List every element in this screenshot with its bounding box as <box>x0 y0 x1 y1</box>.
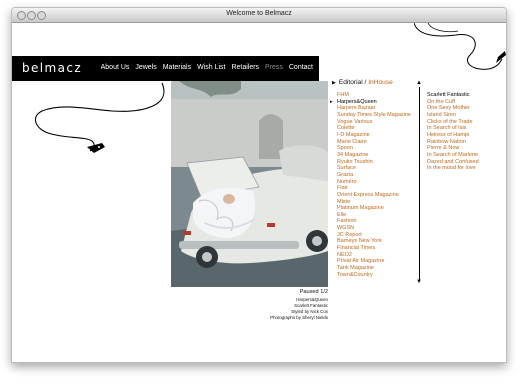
article-list-heading[interactable]: Scarlett Fantastic <box>427 92 479 99</box>
publication-item[interactable]: Vogue Various <box>337 119 411 126</box>
publication-item[interactable]: Orient Express Magazine <box>337 192 411 199</box>
article-item[interactable]: Pierre & Now <box>427 145 479 152</box>
browser-window: Welcome to Belmacz belmacz About Us Jewe… <box>11 7 507 363</box>
publication-item[interactable]: WGSN <box>337 225 411 232</box>
publication-item[interactable]: Financial Times <box>337 245 411 252</box>
publication-list: FHM Harpers&Queen Harpers Bazaar Sunday … <box>330 92 411 279</box>
article-item[interactable]: In the mood for love <box>427 165 479 172</box>
nav-about-us[interactable]: About Us <box>101 64 130 71</box>
publication-item[interactable]: NEO2 <box>337 252 411 259</box>
nav-contact[interactable]: Contact <box>289 64 313 71</box>
publication-item[interactable]: I-D Magazine <box>337 132 411 139</box>
publication-item[interactable]: Fashion <box>337 218 411 225</box>
article-item[interactable]: In Search of Marlene <box>427 152 479 159</box>
snake-decoration-left <box>34 82 165 153</box>
publication-item[interactable]: Spoon <box>337 145 411 152</box>
publication-item[interactable]: Privat Air Magazine <box>337 258 411 265</box>
scroll-down-arrow-icon[interactable]: ▼ <box>416 279 422 285</box>
publication-item-selected[interactable]: Harpers&Queen <box>330 99 411 106</box>
scroll-up-arrow-icon[interactable]: ▲ <box>416 80 422 86</box>
publication-item[interactable]: Elle <box>337 212 411 219</box>
publication-item[interactable]: Surface <box>337 165 411 172</box>
breadcrumb-inhouse[interactable]: InHouse <box>368 79 393 86</box>
snake-decoration-right <box>414 23 506 70</box>
nav-press[interactable]: Press <box>265 64 283 71</box>
main-menu: About Us Jewels Materials Wish List Reta… <box>97 64 313 71</box>
article-item[interactable]: Clicks of the Trade <box>427 119 479 126</box>
article-item[interactable]: On the Cuff <box>427 99 479 106</box>
publication-item[interactable]: Marie Claire <box>337 139 411 146</box>
publication-item[interactable]: Barneys New York <box>337 238 411 245</box>
nav-wish-list[interactable]: Wish List <box>197 64 225 71</box>
publication-item[interactable]: Ryuko Tsushin <box>337 159 411 166</box>
vintage-car-photo-image <box>171 81 328 287</box>
publication-item[interactable]: Flair <box>337 185 411 192</box>
article-item[interactable]: One Sexy Mother <box>427 105 479 112</box>
publication-item[interactable]: Harpers Bazaar <box>337 105 411 112</box>
site-navigation-bar: belmacz About Us Jewels Materials Wish L… <box>12 56 319 81</box>
publication-item[interactable]: Colette <box>337 125 411 132</box>
site-logo[interactable]: belmacz <box>22 61 82 75</box>
breadcrumb-arrow-icon: ▶ <box>332 80 336 86</box>
publication-item[interactable]: Numéro <box>337 179 411 186</box>
article-item[interactable]: In Search of Isis <box>427 125 479 132</box>
article-list: Scarlett Fantastic On the Cuff One Sexy … <box>427 92 479 172</box>
caption-photographer: Photographs by Sheryl Nields <box>270 315 328 320</box>
window-title: Welcome to Belmacz <box>226 10 292 17</box>
publication-item[interactable]: Mixte <box>337 199 411 206</box>
publication-item[interactable]: FHM <box>337 92 411 99</box>
page-content: belmacz About Us Jewels Materials Wish L… <box>12 23 506 362</box>
breadcrumb-editorial[interactable]: Editorial <box>339 79 363 86</box>
publication-item[interactable]: Tank Magazine <box>337 265 411 272</box>
article-item[interactable]: Heiress of Hampi <box>427 132 479 139</box>
publication-item[interactable]: 34 Magazine <box>337 152 411 159</box>
publication-item[interactable]: Sunday Times Style Magazine <box>337 112 411 119</box>
nav-materials[interactable]: Materials <box>163 64 191 71</box>
nav-jewels[interactable]: Jewels <box>135 64 156 71</box>
publication-item[interactable]: Platinum Magazine <box>337 205 411 212</box>
publication-item[interactable]: JC Report <box>337 232 411 239</box>
publication-item[interactable]: Town&Country <box>337 272 411 279</box>
slideshow-status[interactable]: Paused 1/2 <box>242 289 328 295</box>
article-item[interactable]: Dazed and Confused <box>427 159 479 166</box>
breadcrumb: ▶ Editorial / InHouse <box>332 79 393 86</box>
article-item[interactable]: Rainbow Nation <box>427 139 479 146</box>
slideshow-photo[interactable] <box>171 81 328 287</box>
publication-item[interactable]: Grazia <box>337 172 411 179</box>
slideshow-captions: Paused 1/2 Harpers&Queen Scarlett Fantas… <box>242 289 328 321</box>
list-scrollbar[interactable] <box>419 87 420 281</box>
article-item[interactable]: Island Siren <box>427 112 479 119</box>
title-bar: Welcome to Belmacz <box>12 8 506 23</box>
nav-retailers[interactable]: Retailers <box>231 64 259 71</box>
